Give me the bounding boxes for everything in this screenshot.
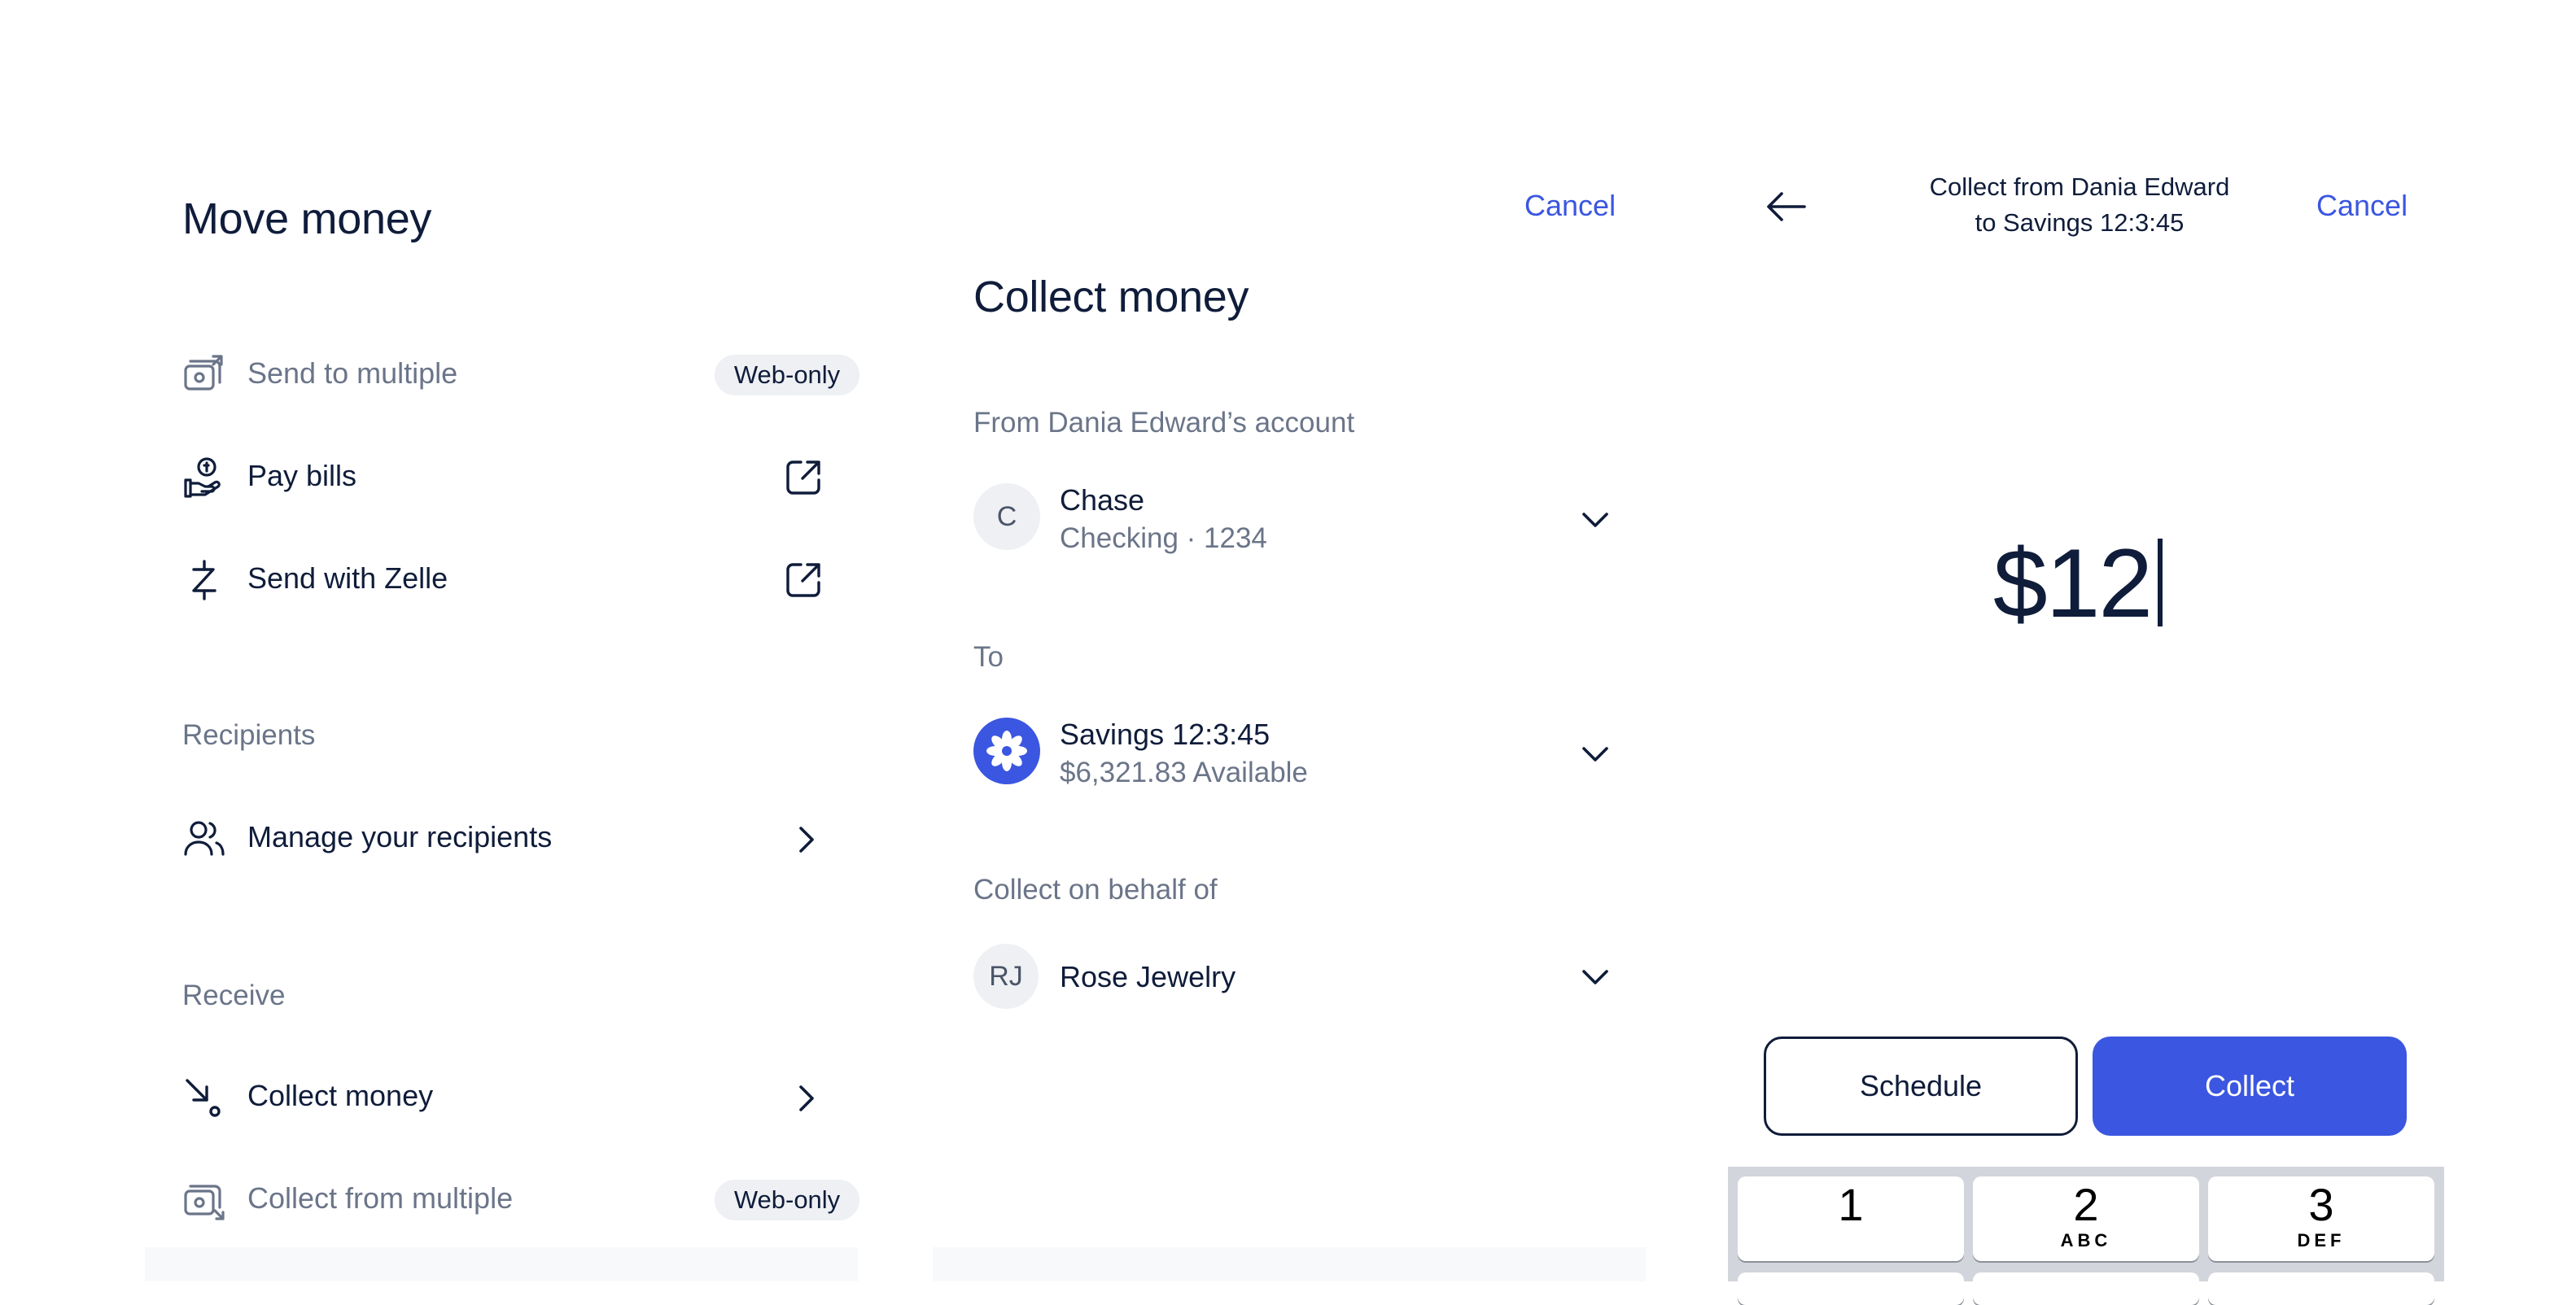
text-caret (2158, 539, 2163, 626)
pay-bills-icon (182, 456, 226, 500)
web-only-badge: Web-only (715, 1180, 859, 1220)
key-2[interactable]: 2 ABC (1973, 1176, 2199, 1261)
zelle-icon (182, 558, 226, 602)
send-with-zelle-item[interactable]: Send with Zelle (182, 552, 820, 609)
key-4[interactable] (1738, 1272, 1964, 1305)
send-with-zelle-label: Send with Zelle (247, 561, 448, 595)
external-link-icon[interactable] (783, 457, 824, 498)
collect-button[interactable]: Collect (2093, 1037, 2407, 1136)
header-line-1: Collect from Dania Edward (1929, 172, 2230, 201)
numeric-keypad: 1 2 ABC 3 DEF (1728, 1167, 2444, 1305)
chevron-right-icon (791, 823, 820, 856)
collect-money-title: Collect money (973, 273, 1249, 321)
flower-logo-icon (973, 718, 1040, 784)
cancel-button[interactable]: Cancel (2316, 189, 2408, 223)
chevron-down-icon (1579, 962, 1612, 991)
collect-from-multiple-label: Collect from multiple (247, 1181, 514, 1215)
web-only-badge: Web-only (715, 355, 859, 395)
move-money-panel: Move money Send to multiple Web-only Pay… (145, 0, 859, 1281)
send-to-multiple-item[interactable]: Send to multiple Web-only (182, 347, 859, 404)
behalf-label: Collect on behalf of (973, 874, 1218, 906)
behalf-business-name: Rose Jewelry (1060, 960, 1236, 993)
to-account-name: Savings 12:3:45 (1060, 718, 1271, 751)
from-bank-name: Chase (1060, 483, 1145, 517)
send-to-multiple-label: Send to multiple (247, 356, 458, 390)
to-account-selector[interactable]: Savings 12:3:45 $6,321.83 Available (973, 718, 1616, 791)
collect-multiple-icon (182, 1178, 226, 1222)
collect-money-label: Collect money (247, 1079, 434, 1112)
header-line-2: to Savings 12:3:45 (1975, 208, 2185, 237)
key-3[interactable]: 3 DEF (2208, 1176, 2434, 1261)
bank-avatar: C (973, 483, 1040, 550)
recipients-icon (182, 817, 226, 861)
page-title: Move money (182, 194, 432, 243)
pay-bills-item[interactable]: Pay bills (182, 449, 820, 506)
manage-recipients-label: Manage your recipients (247, 820, 553, 853)
manage-recipients-item[interactable]: Manage your recipients (182, 810, 820, 867)
schedule-button[interactable]: Schedule (1764, 1037, 2078, 1136)
to-account-balance: $6,321.83 Available (1060, 757, 1308, 788)
behalf-selector[interactable]: RJ Rose Jewelry (973, 944, 1616, 1012)
business-avatar: RJ (973, 944, 1039, 1009)
amount-display[interactable]: $12 (1721, 527, 2434, 639)
panel-footer (933, 1247, 1646, 1281)
chevron-down-icon (1579, 504, 1612, 534)
chevron-right-icon (791, 1082, 820, 1115)
panel-footer (145, 1247, 858, 1281)
external-link-icon[interactable] (783, 560, 824, 600)
back-arrow-icon[interactable] (1764, 187, 1809, 226)
collect-from-multiple-item[interactable]: Collect from multiple Web-only (182, 1172, 859, 1229)
amount-entry-panel: Collect from Dania Edward to Savings 12:… (1721, 0, 2444, 1305)
to-label: To (973, 641, 1004, 673)
amount-value: $12 (1992, 529, 2153, 638)
key-6[interactable] (2208, 1272, 2434, 1305)
from-account-selector[interactable]: C Chase Checking · 1234 (973, 483, 1616, 556)
pay-bills-label: Pay bills (247, 459, 357, 492)
from-account-label: From Dania Edward’s account (973, 407, 1355, 439)
send-multiple-icon (182, 353, 226, 397)
cancel-button[interactable]: Cancel (1524, 189, 1616, 223)
receive-section-label: Receive (182, 980, 286, 1011)
amount-header: Collect from Dania Edward to Savings 12:… (1884, 172, 2275, 238)
collect-money-panel: Cancel Collect money From Dania Edward’s… (933, 0, 1646, 1281)
chevron-down-icon (1579, 739, 1612, 768)
collect-arrow-icon (182, 1076, 226, 1120)
recipients-section-label: Recipients (182, 719, 316, 751)
collect-money-item[interactable]: Collect money (182, 1069, 820, 1126)
from-account-detail: Checking · 1234 (1060, 522, 1267, 554)
key-1[interactable]: 1 (1738, 1176, 1964, 1261)
key-5[interactable] (1973, 1272, 2199, 1305)
